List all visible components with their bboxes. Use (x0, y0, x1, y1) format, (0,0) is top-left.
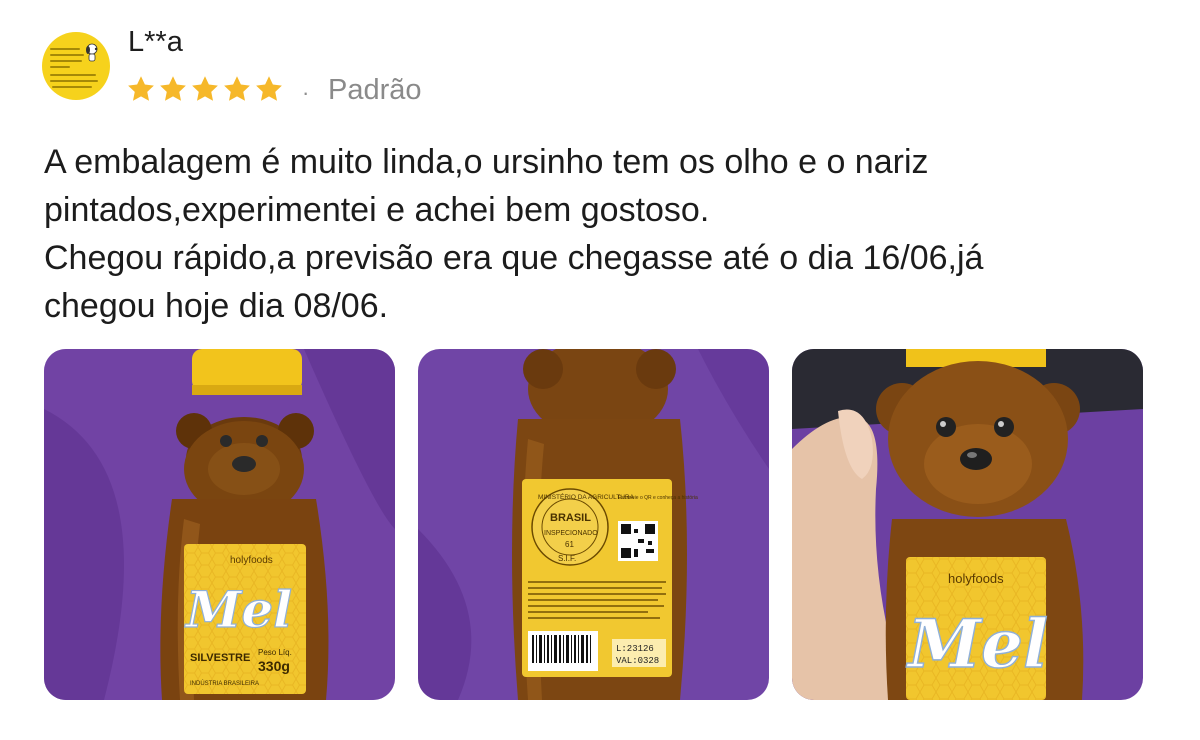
label-origin: INDÚSTRIA BRASILEIRA (190, 680, 259, 687)
label-variety: SILVESTRE (190, 652, 250, 664)
rating-stars (126, 74, 284, 104)
review-photo-3[interactable]: holyfoods Mel (792, 349, 1143, 700)
snoopy-icon (86, 43, 98, 62)
qr-caption: Escaneie o QR e conheça a história (618, 495, 698, 501)
review-photo-2[interactable]: MINISTÉRIO DA AGRICULTURA BRASIL INSPECI… (418, 349, 769, 700)
label-product-name: Mel (906, 605, 1048, 683)
seal-sif: S.I.F. (558, 554, 576, 563)
seal-status: INSPECIONADO (544, 530, 598, 537)
label-brand: holyfoods (948, 571, 1004, 586)
star-icon (128, 76, 154, 101)
reviewer-name[interactable]: L**a (128, 26, 183, 59)
label-brand: holyfoods (230, 555, 273, 566)
seal-country: BRASIL (550, 512, 591, 524)
validity-date: VAL:0328 (616, 656, 659, 666)
star-icon (192, 76, 218, 101)
review-text: A embalagem é muito linda,o ursinho tem … (44, 143, 984, 325)
qr-code-icon (618, 521, 658, 561)
lot-number: L:23126 (616, 644, 654, 654)
star-icon (224, 76, 250, 101)
product-variant: Padrão (328, 74, 422, 106)
user-avatar[interactable] (42, 32, 110, 100)
star-icon (256, 76, 282, 101)
label-weight-caption: Peso Líq. (258, 648, 292, 657)
separator-dot: · (302, 80, 310, 105)
label-weight: 330g (258, 658, 290, 674)
star-icon (160, 76, 186, 101)
review-photo-1[interactable]: holyfoods Mel SILVESTRE Peso Líq. 330g I… (44, 349, 395, 700)
barcode-icon (528, 631, 598, 671)
label-product-name: Mel (184, 580, 292, 639)
seal-number: 61 (565, 540, 574, 549)
